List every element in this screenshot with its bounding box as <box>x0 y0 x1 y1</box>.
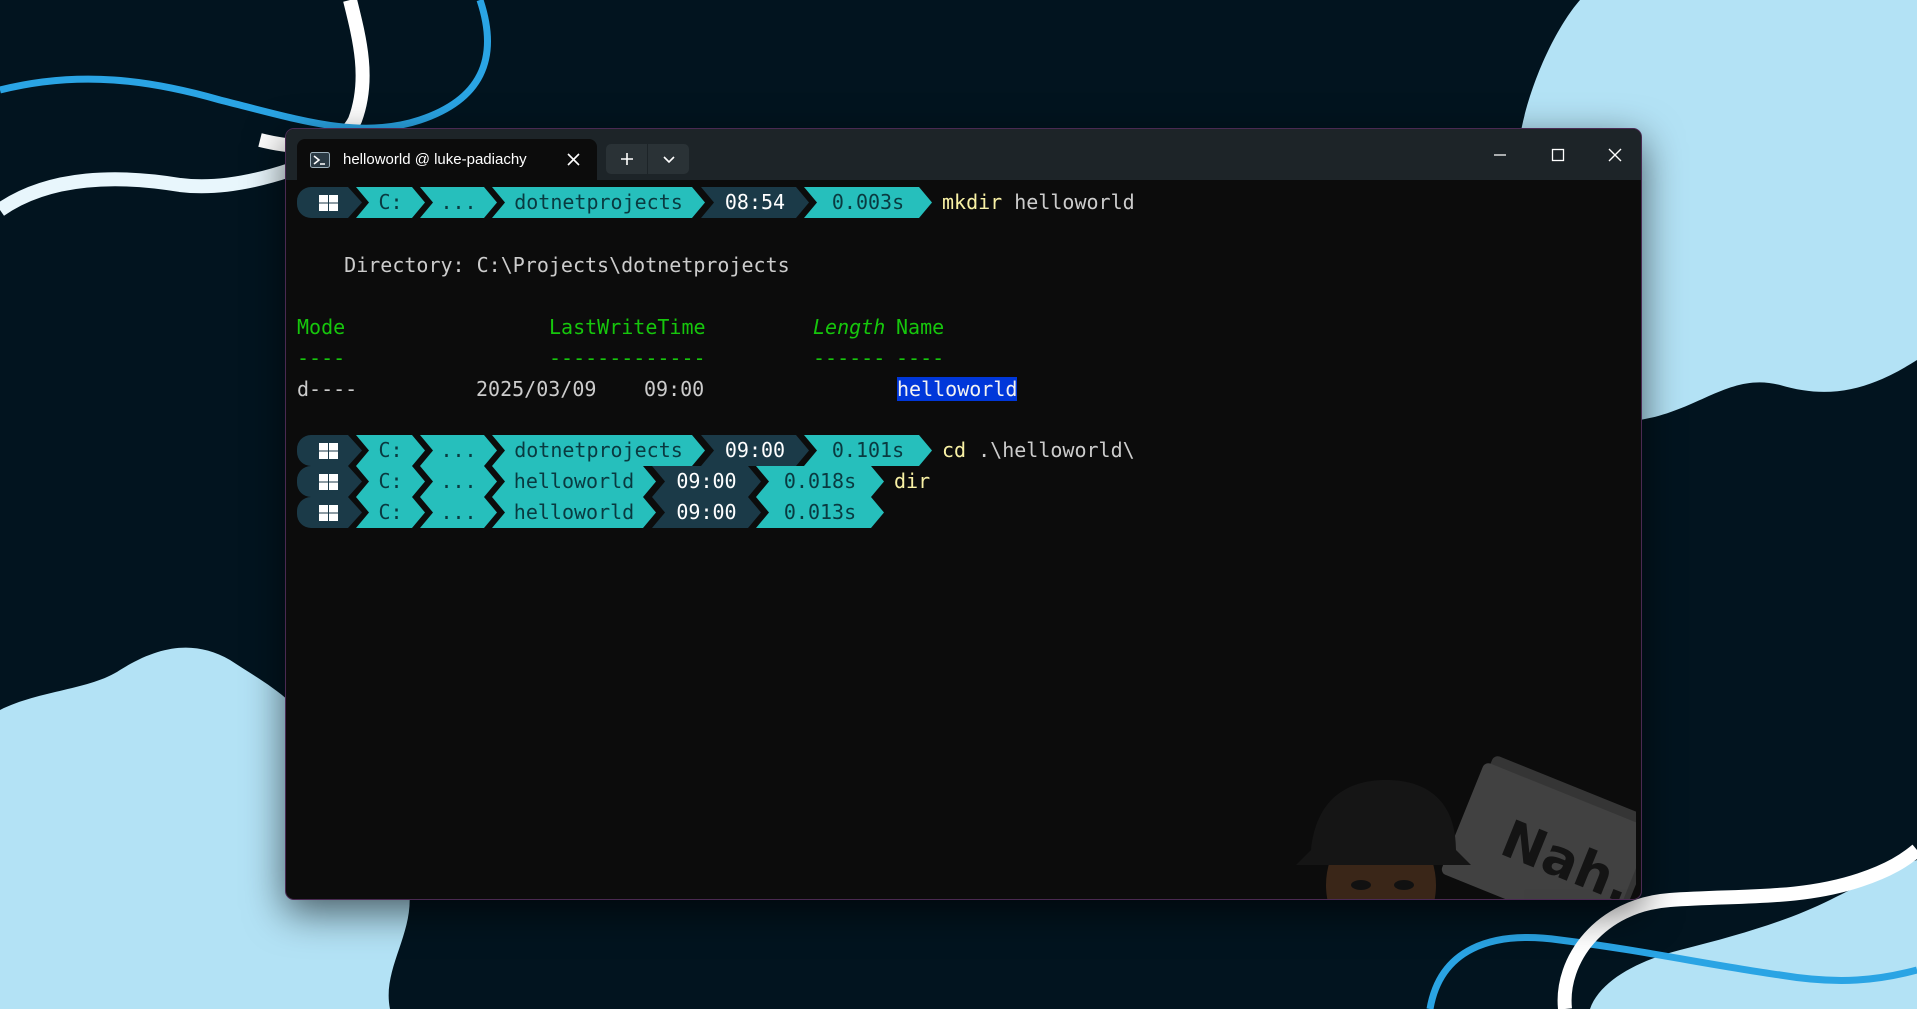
os-segment <box>297 187 362 218</box>
duration-segment: 0.003s <box>804 187 932 218</box>
maximize-icon <box>1551 148 1564 161</box>
drive-segment: C: <box>356 435 425 466</box>
os-segment <box>297 497 362 528</box>
command-text: cd .\helloworld\ <box>942 435 1135 466</box>
command-args: .\helloworld\ <box>978 438 1135 462</box>
directory-line: Directory: C:\Projects\dotnetprojects <box>296 253 790 277</box>
minimize-icon <box>1493 153 1506 156</box>
minimize-button[interactable] <box>1471 129 1528 180</box>
windows-logo-icon <box>319 474 338 490</box>
close-icon <box>1608 148 1621 161</box>
command-text: mkdir helloworld <box>942 187 1135 218</box>
title-bar[interactable]: helloworld @ luke-padiachy <box>286 129 1641 180</box>
prompt-line-1: C: ... dotnetprojects 08:54 0.003s mkdir… <box>297 187 1135 218</box>
row-date: 2025/03/09 <box>476 377 597 401</box>
rule-length: ------ <box>813 346 886 370</box>
header-length: Length <box>813 315 886 339</box>
close-window-button[interactable] <box>1586 129 1641 180</box>
terminal-window: helloworld @ luke-padiachy Nah. C: ... d… <box>285 128 1642 900</box>
duration-segment: 0.018s <box>756 466 884 497</box>
ellipsis-segment: ... <box>420 497 497 528</box>
windows-logo-icon <box>319 505 338 521</box>
time-segment: 09:00 <box>652 466 761 497</box>
duration-segment: 0.101s <box>804 435 932 466</box>
command-name: dir <box>894 469 931 493</box>
header-mode: Mode <box>297 315 346 339</box>
tab-title: helloworld @ luke-padiachy <box>343 151 527 168</box>
windows-logo-icon <box>319 195 338 211</box>
powershell-icon <box>310 152 330 168</box>
folder-segment: dotnetprojects <box>492 187 705 218</box>
terminal-content[interactable]: Nah. C: ... dotnetprojects 08:54 0.003s … <box>286 180 1641 899</box>
prompt-line-2: C: ... dotnetprojects 09:00 0.101s cd .\… <box>297 435 1197 466</box>
rule-lastwritetime: ------------- <box>549 346 706 370</box>
folder-segment: helloworld <box>492 497 656 528</box>
windows-logo-icon <box>319 443 338 459</box>
time-segment: 08:54 <box>701 187 809 218</box>
os-segment <box>297 435 362 466</box>
tab-dropdown-button[interactable] <box>648 144 689 174</box>
time-segment: 09:00 <box>652 497 761 528</box>
row-name[interactable]: helloworld <box>897 374 1018 405</box>
time-segment: 09:00 <box>701 435 809 466</box>
drive-segment: C: <box>356 497 425 528</box>
command-name: mkdir <box>942 190 1003 214</box>
chevron-down-icon <box>662 156 675 164</box>
plus-icon <box>620 153 633 165</box>
duration-segment: 0.013s <box>756 497 884 528</box>
header-name: Name <box>896 315 945 339</box>
os-segment <box>297 466 362 497</box>
drive-segment: C: <box>356 466 425 497</box>
folder-segment: dotnetprojects <box>492 435 705 466</box>
header-lastwritetime: LastWriteTime <box>549 315 706 339</box>
row-mode: d---- <box>297 377 358 401</box>
maximize-button[interactable] <box>1529 129 1586 180</box>
rule-mode: ---- <box>297 346 346 370</box>
command-args: helloworld <box>1014 190 1135 214</box>
prompt-line-4: C: ... helloworld 09:00 0.013s <box>297 497 1097 528</box>
close-tab-icon[interactable] <box>565 151 582 168</box>
tab-helloworld[interactable]: helloworld @ luke-padiachy <box>297 139 597 180</box>
row-time: 09:00 <box>644 377 705 401</box>
command-text: dir <box>894 466 930 497</box>
prompt-line-3: C: ... helloworld 09:00 0.018s dir <box>297 466 1097 497</box>
drive-segment: C: <box>356 187 425 218</box>
folder-segment: helloworld <box>492 466 656 497</box>
new-tab-button[interactable] <box>606 144 647 174</box>
rule-name: ---- <box>896 346 945 370</box>
command-name: cd <box>942 438 967 462</box>
ellipsis-segment: ... <box>420 435 497 466</box>
avatar-background-image: Nah. <box>1296 756 1636 899</box>
selected-text: helloworld <box>897 377 1018 401</box>
ellipsis-segment: ... <box>420 466 497 497</box>
ellipsis-segment: ... <box>420 187 497 218</box>
